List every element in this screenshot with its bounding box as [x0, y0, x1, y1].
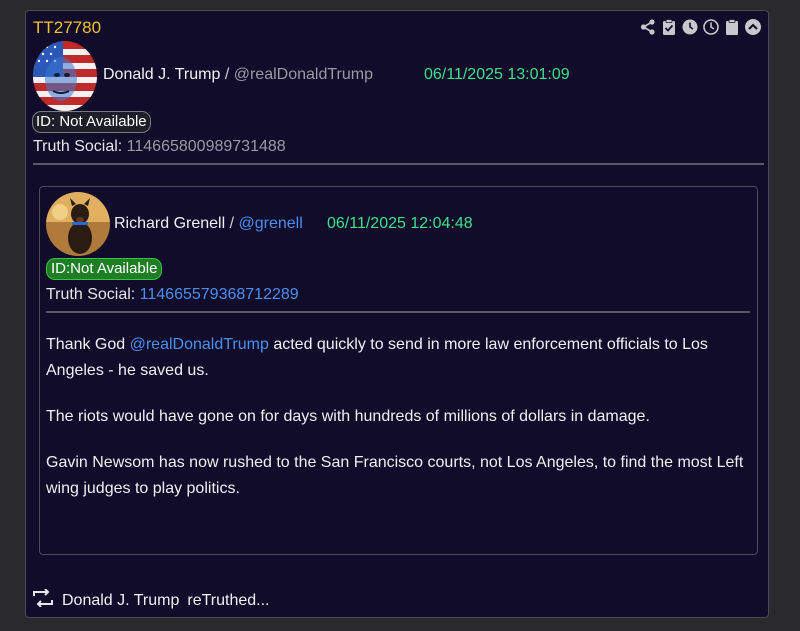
quoted-author-handle[interactable]: @grenell	[239, 215, 303, 232]
clock-outline-icon[interactable]	[702, 18, 720, 36]
retruth-author[interactable]: Donald J. Trump	[62, 592, 179, 610]
post-paragraph: The riots would have gone on for days wi…	[46, 408, 650, 425]
quoted-truth-social-id-line: Truth Social: 114665579368712289	[46, 286, 299, 304]
post-card: TT27780 Donald J. Trump / @realDonaldTru…	[25, 10, 769, 618]
clipboard-icon[interactable]	[723, 18, 741, 36]
quoted-author-line: Richard Grenell / @grenell	[114, 215, 303, 233]
collapse-icon[interactable]	[744, 18, 762, 36]
retruth-line: Donald J. Trump reTruthed...	[32, 588, 270, 612]
clock-filled-icon[interactable]	[681, 18, 699, 36]
truth-social-id: 114665800989731488	[126, 138, 286, 155]
retruth-icon	[32, 588, 62, 612]
divider	[33, 163, 764, 165]
id-badge: ID: Not Available	[32, 111, 151, 133]
paragraph-text: Thank God	[46, 336, 130, 353]
quoted-post: Richard Grenell / @grenell 06/11/2025 12…	[39, 186, 758, 555]
quoted-truth-social-label: Truth Social:	[46, 286, 136, 303]
author-separator: /	[220, 66, 234, 83]
share-icon[interactable]	[639, 18, 657, 36]
quoted-author-name[interactable]: Richard Grenell	[114, 215, 225, 232]
post-toolbar	[639, 18, 762, 36]
clipboard-check-icon[interactable]	[660, 18, 678, 36]
quoted-id-badge: ID:Not Available	[46, 258, 163, 280]
truth-social-id-line: Truth Social: 114665800989731488	[33, 138, 286, 156]
post-id: TT27780	[33, 18, 102, 37]
quoted-timestamp: 06/11/2025 12:04:48	[327, 215, 473, 232]
flag-face-avatar[interactable]	[33, 41, 97, 111]
author-line: Donald J. Trump / @realDonaldTrump	[103, 66, 373, 84]
post-timestamp: 06/11/2025 13:01:09	[424, 66, 570, 83]
post-paragraph: Gavin Newsom has now rushed to the San F…	[46, 454, 744, 497]
truth-social-label: Truth Social:	[33, 138, 123, 155]
quoted-author-separator: /	[225, 215, 239, 232]
retruth-action: reTruthed...	[187, 591, 270, 609]
quoted-divider	[46, 311, 750, 313]
post-paragraph: Thank God @realDonaldTrump acted quickly…	[46, 332, 746, 384]
author-name[interactable]: Donald J. Trump	[103, 66, 220, 83]
quoted-post-body: Thank God @realDonaldTrump acted quickly…	[46, 332, 746, 522]
dog-avatar[interactable]	[46, 192, 110, 256]
quoted-truth-social-id[interactable]: 114665579368712289	[140, 286, 299, 303]
mention-link[interactable]: @realDonaldTrump	[130, 336, 269, 353]
author-handle[interactable]: @realDonaldTrump	[234, 66, 373, 83]
